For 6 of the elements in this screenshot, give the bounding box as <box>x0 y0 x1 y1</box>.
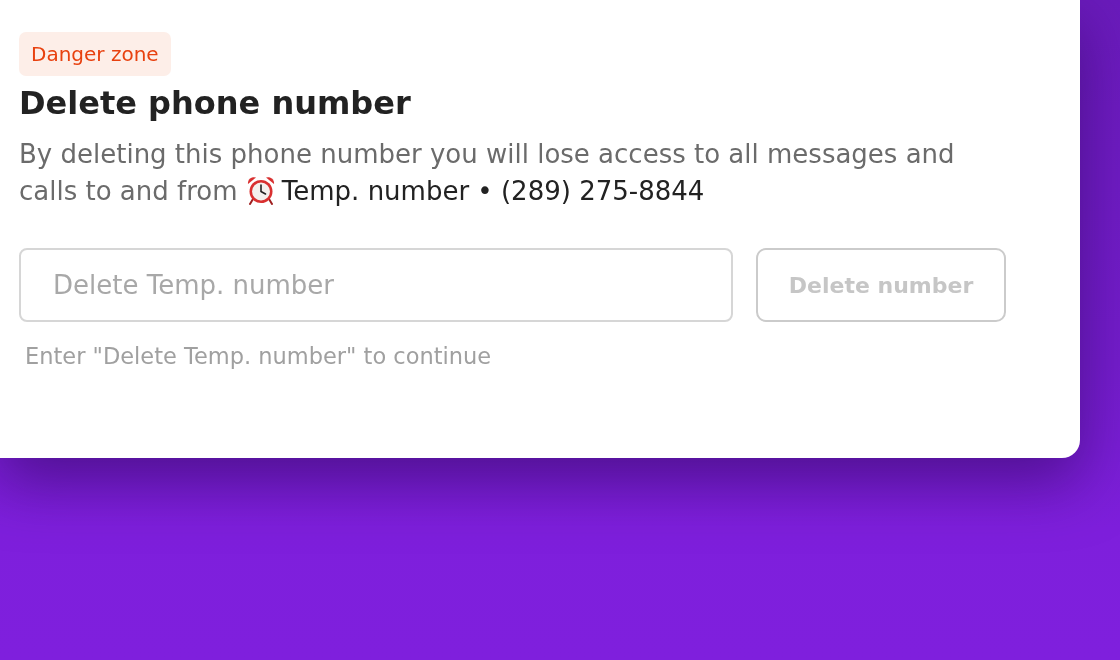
alarm-clock-icon <box>245 175 276 205</box>
danger-zone-badge: Danger zone <box>19 32 171 76</box>
description-text: By deleting this phone number you will lose access to all messages and calls to and from Temp. number • (289) 275-8844 <box>19 138 956 208</box>
hint-text: Enter "Delete Temp. number" to continue <box>25 342 492 370</box>
section-title: Delete phone number <box>19 83 412 124</box>
confirm-input[interactable]: Delete Temp. number <box>19 248 733 322</box>
